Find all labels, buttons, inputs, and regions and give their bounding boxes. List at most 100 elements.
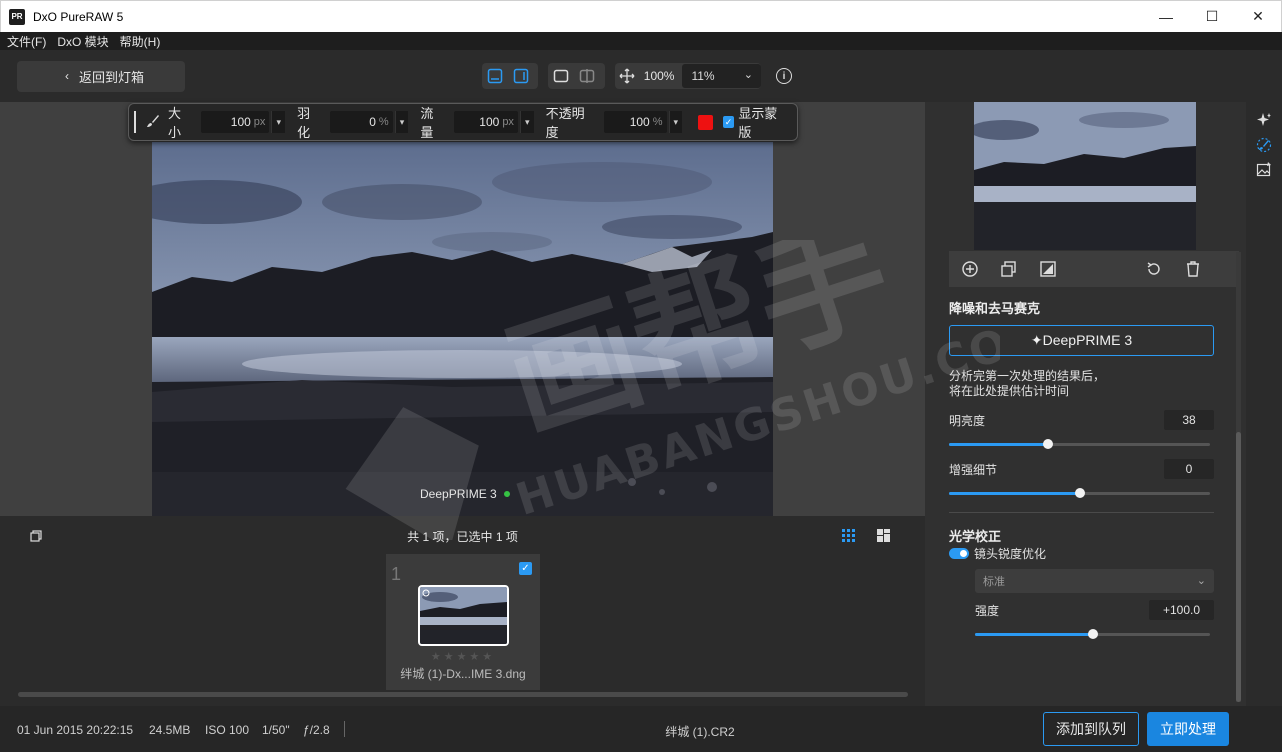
move-pan-icon[interactable]: [615, 63, 640, 89]
delete-icon[interactable]: [1184, 260, 1202, 281]
toolbar: ‹ 返回到灯箱 100% 11% ⌄: [0, 50, 1282, 102]
brush-icon: [146, 114, 160, 131]
selection-count: 共 1 项，已选中 1 项: [407, 530, 518, 544]
mosaic-view-icon[interactable]: [877, 529, 890, 545]
side-tool-strip: [1246, 102, 1282, 706]
opacity-value: 100: [629, 115, 650, 129]
preset-value: 标准: [983, 576, 1005, 588]
layout-bottom-strip-icon[interactable]: [482, 63, 508, 89]
deepprime-overlay: DeepPRIME 3: [420, 487, 510, 501]
deepprime-button[interactable]: ✦DeepPRIME 3: [949, 325, 1214, 356]
size-unit: px: [253, 116, 266, 128]
thumbnail-image[interactable]: [418, 585, 509, 646]
back-label: 返回到灯箱: [79, 70, 145, 85]
split-compare-icon[interactable]: [574, 63, 600, 89]
compare-group: [548, 63, 605, 89]
menu-dxo-modules[interactable]: DxO 模块: [57, 33, 108, 50]
thumbnail-filename: 绊城 (1)-Dx...IME 3.dng: [400, 667, 526, 681]
flow-input[interactable]: 100 px: [453, 111, 518, 133]
luminance-slider[interactable]: [949, 439, 1210, 449]
panel-scrollbar[interactable]: [1236, 252, 1241, 702]
analysis-note-line1: 分析完第一次处理的结果后，: [949, 369, 1106, 383]
chevron-left-icon: ‹: [65, 69, 69, 83]
zoom-100-button[interactable]: 100%: [644, 69, 675, 83]
strength-slider[interactable]: [975, 629, 1210, 639]
image-adjust-icon[interactable]: [1254, 159, 1274, 179]
luminance-label: 明亮度: [949, 414, 986, 428]
luminance-slider-knob[interactable]: [1043, 439, 1054, 449]
optics-heading: 光学校正: [949, 529, 1002, 544]
strength-value[interactable]: +100.0: [1149, 600, 1214, 620]
thumbnail-checkbox[interactable]: ✓: [519, 562, 532, 575]
bar-handle[interactable]: [134, 111, 136, 133]
flow-label: 流量: [420, 106, 434, 140]
status-bar: 01 Jun 2015 20:22:15 24.5MB ISO 100 1/50…: [0, 706, 1282, 752]
sparkle-auto-icon[interactable]: [1254, 110, 1274, 130]
grid-view-icon[interactable]: [842, 529, 855, 545]
feather-input[interactable]: 0 %: [330, 111, 393, 133]
app-logo-icon: PR: [9, 8, 25, 25]
layout-side-strip-icon[interactable]: [508, 63, 534, 89]
detail-slider-fill: [949, 492, 1080, 495]
detail-value[interactable]: 0: [1164, 459, 1214, 479]
back-to-lightbox-button[interactable]: ‹ 返回到灯箱: [17, 61, 185, 92]
brush-tool-icon[interactable]: [1254, 135, 1274, 155]
info-icon[interactable]: i: [776, 68, 792, 84]
filmstrip-scrollbar[interactable]: [18, 692, 908, 697]
window-title: DxO PureRAW 5: [33, 9, 124, 24]
show-mask-checkbox[interactable]: ✓: [722, 116, 735, 128]
size-dropdown-icon[interactable]: ▾: [271, 111, 286, 133]
brush-settings-bar: 大小 100 px ▾ 羽化 0 % ▾ 流量 100 px ▾ 不透明度 10…: [128, 103, 798, 141]
zoom-select[interactable]: 11% ⌄: [682, 64, 761, 88]
section-divider: [949, 512, 1214, 513]
navigator-preview[interactable]: [974, 102, 1196, 250]
opacity-unit: %: [652, 116, 663, 128]
flow-value: 100: [479, 115, 500, 129]
strength-label: 强度: [975, 604, 1000, 618]
chevron-down-icon: ⌄: [743, 69, 753, 81]
size-value: 100: [230, 115, 251, 129]
reset-icon[interactable]: [1145, 260, 1163, 281]
process-now-button[interactable]: 立即处理: [1147, 712, 1229, 746]
luminance-slider-fill: [949, 443, 1049, 446]
add-icon[interactable]: [961, 260, 979, 281]
rating-stars[interactable]: ★★★★★: [386, 650, 540, 663]
strength-slider-fill: [975, 633, 1093, 636]
brush-color-swatch[interactable]: [698, 114, 713, 130]
minimize-button[interactable]: —: [1143, 1, 1189, 32]
thumbnail-card[interactable]: 1 ✓ ★★★★★ 绊城 (1)-Dx...IME 3.dng: [386, 554, 540, 690]
luminance-value[interactable]: 38: [1164, 410, 1214, 430]
duplicate-icon[interactable]: [1000, 260, 1018, 281]
add-to-queue-button[interactable]: 添加到队列: [1043, 712, 1139, 746]
sharpness-preset-select[interactable]: 标准 ⌄: [975, 569, 1214, 593]
opacity-input[interactable]: 100 %: [604, 111, 667, 133]
feather-dropdown-icon[interactable]: ▾: [394, 111, 409, 133]
flow-dropdown-icon[interactable]: ▾: [519, 111, 534, 133]
analysis-note-line2: 将在此处提供估计时间: [949, 384, 1070, 398]
size-input[interactable]: 100 px: [201, 111, 270, 133]
single-view-icon[interactable]: [548, 63, 574, 89]
close-button[interactable]: ✕: [1235, 1, 1281, 32]
filmstrip: 共 1 项，已选中 1 项 1 ✓ ★★★★★ 绊城 (1)-Dx...IME …: [0, 516, 925, 706]
menu-file[interactable]: 文件(F): [7, 33, 46, 50]
layout-toggle-group: [482, 63, 538, 89]
strength-slider-knob[interactable]: [1087, 629, 1098, 639]
size-label: 大小: [167, 106, 181, 140]
invert-mask-icon[interactable]: [1039, 260, 1057, 281]
feather-label: 羽化: [297, 106, 311, 140]
title-bar: PR DxO PureRAW 5 — ☐ ✕: [0, 0, 1282, 32]
action-bar: [949, 251, 1239, 287]
detail-slider[interactable]: [949, 488, 1210, 498]
opacity-dropdown-icon[interactable]: ▾: [668, 111, 683, 133]
brush-marker-icon: [422, 589, 430, 597]
detail-slider-knob[interactable]: [1074, 488, 1085, 498]
maximize-button[interactable]: ☐: [1189, 1, 1235, 32]
deepprime-overlay-label: DeepPRIME 3: [420, 487, 497, 501]
lens-sharpness-toggle[interactable]: [949, 548, 969, 559]
feather-unit: %: [378, 116, 389, 128]
main-photo: [152, 142, 773, 516]
menu-help[interactable]: 帮助(H): [120, 33, 161, 50]
feather-value: 0: [369, 115, 376, 129]
panel-scrollbar-thumb[interactable]: [1236, 432, 1241, 702]
denoise-heading: 降噪和去马赛克: [949, 301, 1041, 316]
